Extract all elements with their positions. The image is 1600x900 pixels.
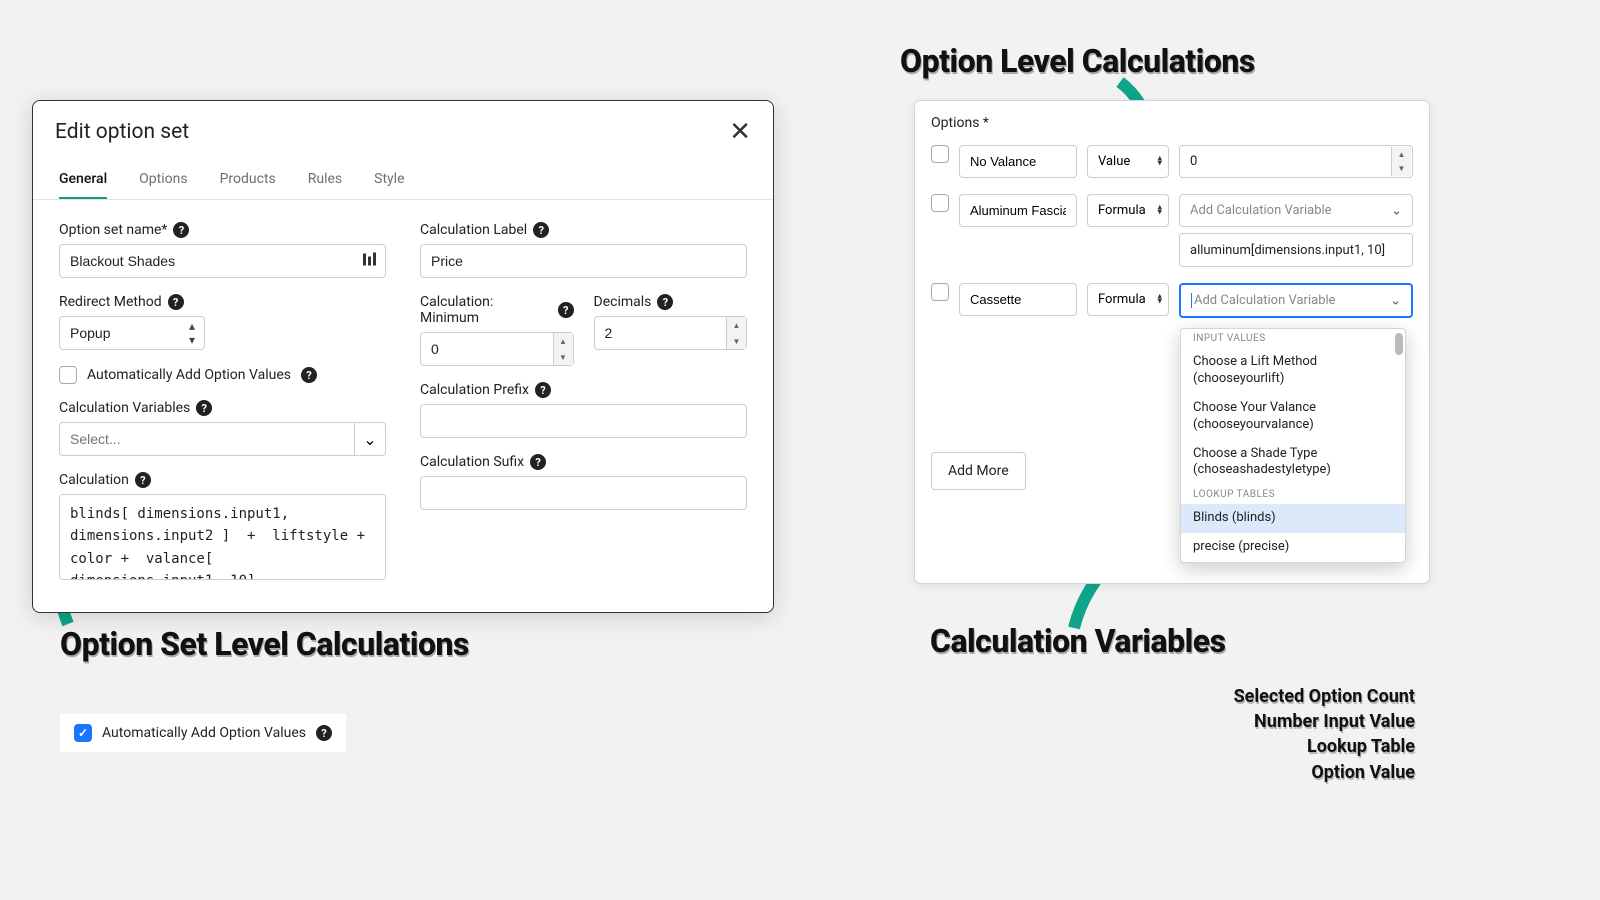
- option-row-2: Formula▴▾ Add Calculation Variable⌄: [931, 283, 1413, 318]
- calc-label-input[interactable]: [420, 244, 747, 278]
- dropdown-group-label: LOOKUP TABLES: [1181, 485, 1405, 504]
- option-checkbox[interactable]: [931, 145, 949, 163]
- number-stepper[interactable]: ▲▼: [1391, 147, 1411, 176]
- option-variable-select-open[interactable]: Add Calculation Variable⌄: [1179, 283, 1413, 318]
- chevron-down-icon: ⌄: [1391, 203, 1402, 218]
- help-icon[interactable]: ?: [135, 472, 151, 488]
- auto-add-label: Automatically Add Option Values: [102, 725, 306, 741]
- calc-suffix-input[interactable]: [420, 476, 747, 510]
- help-icon[interactable]: ?: [168, 294, 184, 310]
- decimals-label: Decimals?: [594, 294, 748, 310]
- annotation-option-set-level: Option Set Level Calculations: [60, 625, 469, 663]
- options-title: Options *: [931, 115, 1413, 131]
- option-variable-select[interactable]: Add Calculation Variable⌄: [1179, 194, 1413, 227]
- modal-title: Edit option set: [55, 120, 189, 144]
- close-icon[interactable]: ✕: [729, 119, 751, 145]
- option-name-input[interactable]: [959, 145, 1077, 178]
- dropdown-group-label: INPUT VALUES: [1181, 329, 1405, 348]
- number-stepper[interactable]: ▲▼: [726, 317, 746, 349]
- help-icon[interactable]: ?: [196, 400, 212, 416]
- help-icon[interactable]: ?: [535, 382, 551, 398]
- option-name-input[interactable]: [959, 283, 1077, 316]
- dropdown-item[interactable]: Choose a Lift Method (chooseyourlift): [1181, 348, 1405, 394]
- calc-min-input[interactable]: [420, 332, 574, 366]
- tab-style[interactable]: Style: [374, 161, 404, 199]
- bars-icon[interactable]: [362, 252, 376, 271]
- help-icon[interactable]: ?: [558, 302, 574, 318]
- calc-min-label: Calculation: Minimum?: [420, 294, 574, 326]
- auto-add-checkbox-checked[interactable]: [74, 724, 92, 742]
- option-checkbox[interactable]: [931, 283, 949, 301]
- add-more-button[interactable]: Add More: [931, 452, 1026, 490]
- standalone-auto-add-row: Automatically Add Option Values ?: [60, 714, 346, 752]
- help-icon[interactable]: ?: [316, 725, 332, 741]
- option-checkbox[interactable]: [931, 194, 949, 212]
- option-type-select[interactable]: Formula▴▾: [1087, 194, 1169, 227]
- option-name-input[interactable]: [959, 194, 1077, 227]
- dropdown-item-selected[interactable]: Blinds (blinds): [1181, 504, 1405, 533]
- auto-add-label: Automatically Add Option Values: [87, 367, 291, 383]
- option-set-name-input[interactable]: [59, 244, 386, 278]
- option-row-0: Value▴▾ 0 ▲▼: [931, 145, 1413, 178]
- auto-add-checkbox[interactable]: [59, 366, 77, 384]
- tab-options[interactable]: Options: [139, 161, 187, 199]
- calculation-label: Calculation?: [59, 472, 386, 488]
- help-icon[interactable]: ?: [530, 454, 546, 470]
- option-value-input[interactable]: 0 ▲▼: [1179, 145, 1413, 178]
- edit-option-set-modal: Edit option set ✕ General Options Produc…: [32, 100, 774, 613]
- annotation-option-level: Option Level Calculations: [900, 42, 1255, 80]
- help-icon[interactable]: ?: [301, 367, 317, 383]
- calc-vars-select[interactable]: [59, 422, 354, 456]
- help-icon[interactable]: ?: [533, 222, 549, 238]
- annotation-calc-vars-subs: Selected Option Count Number Input Value…: [1234, 684, 1415, 785]
- help-icon[interactable]: ?: [657, 294, 673, 310]
- option-type-select[interactable]: Value▴▾: [1087, 145, 1169, 178]
- calculation-textarea[interactable]: blinds[ dimensions.input1, dimensions.in…: [59, 494, 386, 580]
- chevron-updown-icon: ▴▾: [1157, 205, 1162, 216]
- dropdown-item[interactable]: Choose Your Valance (chooseyourvalance): [1181, 394, 1405, 440]
- option-row-1: Formula▴▾ Add Calculation Variable⌄ allu…: [931, 194, 1413, 267]
- calc-label-label: Calculation Label?: [420, 222, 747, 238]
- tab-rules[interactable]: Rules: [308, 161, 342, 199]
- help-icon[interactable]: ?: [173, 222, 189, 238]
- dropdown-item[interactable]: precise (precise): [1181, 533, 1405, 562]
- redirect-method-select[interactable]: [59, 316, 205, 350]
- variable-dropdown-panel: INPUT VALUES Choose a Lift Method (choos…: [1180, 328, 1406, 563]
- number-stepper[interactable]: ▲▼: [553, 333, 573, 365]
- option-type-select[interactable]: Formula▴▾: [1087, 283, 1169, 316]
- tab-general[interactable]: General: [59, 161, 107, 199]
- chevron-updown-icon: ▴▾: [1157, 294, 1162, 305]
- chevron-down-icon[interactable]: ⌄: [354, 422, 386, 456]
- chevron-down-icon: ⌄: [1390, 293, 1401, 308]
- dropdown-item[interactable]: Choose a Shade Type (choseashadestyletyp…: [1181, 440, 1405, 486]
- redirect-method-label: Redirect Method?: [59, 294, 386, 310]
- calc-suffix-label: Calculation Sufix?: [420, 454, 747, 470]
- chevron-updown-icon: ▴▾: [1157, 156, 1162, 167]
- option-set-name-label: Option set name*?: [59, 222, 386, 238]
- calc-vars-label: Calculation Variables?: [59, 400, 386, 416]
- modal-tabs: General Options Products Rules Style: [33, 151, 773, 200]
- tab-products[interactable]: Products: [220, 161, 276, 199]
- option-formula-text[interactable]: alluminum[dimensions.input1, 10]: [1179, 233, 1413, 267]
- scrollbar[interactable]: [1395, 333, 1403, 355]
- decimals-input[interactable]: [594, 316, 748, 350]
- calc-prefix-label: Calculation Prefix?: [420, 382, 747, 398]
- calc-prefix-input[interactable]: [420, 404, 747, 438]
